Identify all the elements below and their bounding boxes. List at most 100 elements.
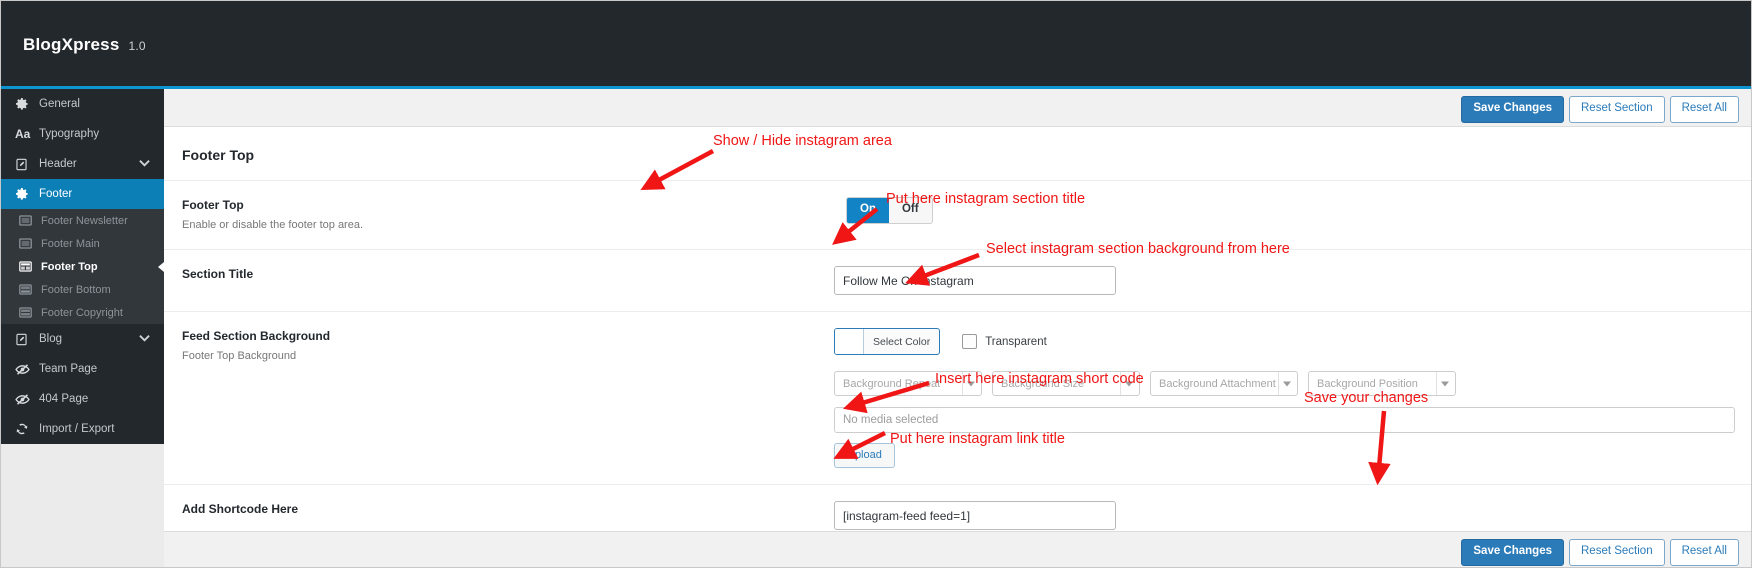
sidebar-item-label: Header <box>39 158 77 170</box>
save-changes-button-bottom[interactable]: Save Changes <box>1461 539 1564 566</box>
field-label: Add Shortcode Here <box>182 502 299 516</box>
background-selects: Background Repeat Background Size Backgr <box>834 371 1735 396</box>
refresh-icon <box>15 422 35 436</box>
field-label: Section Title <box>182 267 254 281</box>
field-description: Enable or disable the footer top area. <box>182 219 364 231</box>
sidebar-item-footer-newsletter[interactable]: Footer Newsletter <box>1 209 164 232</box>
bottom-toolbar-buttons: Save Changes Reset Section Reset All <box>1461 539 1739 566</box>
sidebar-item-label: General <box>39 98 80 110</box>
select-divider <box>962 372 963 395</box>
typography-icon: Aa <box>15 127 31 141</box>
background-size-select[interactable]: Background Size <box>992 371 1140 396</box>
pencil-square-icon <box>15 158 35 171</box>
sidebar-item-label: Footer Bottom <box>41 283 111 296</box>
section-title-input[interactable] <box>834 266 1116 295</box>
sidebar-item-label: 404 Page <box>39 393 89 405</box>
select-color-button[interactable]: Select Color <box>834 328 941 355</box>
transparent-checkbox[interactable] <box>962 334 978 349</box>
row-label-feed-section-background: Feed Section Background Footer Top Backg… <box>164 328 584 364</box>
row-label-add-shortcode: Add Shortcode Here <box>164 501 584 517</box>
footer-top-toggle[interactable]: On Off <box>846 197 933 224</box>
gear-icon <box>15 187 35 201</box>
sidebar-item-404-page[interactable]: 404 Page <box>1 384 164 414</box>
sidebar-item-footer-main[interactable]: Footer Main <box>1 232 164 255</box>
top-toolbar: Save Changes Reset Section Reset All <box>164 89 1751 127</box>
theme-options-screen: BlogXpress 1.0 General Aa Typography Hea… <box>0 0 1752 568</box>
field-description: Footer Top Background <box>182 350 297 362</box>
select-divider <box>1436 372 1437 395</box>
sidebar-item-footer-copyright[interactable]: Footer Copyright <box>1 301 164 324</box>
sidebar-item-import-export[interactable]: Import / Export <box>1 414 164 444</box>
background-position-select[interactable]: Background Position <box>1308 371 1456 396</box>
sidebar-item-footer[interactable]: Footer <box>1 179 164 209</box>
shortcode-input[interactable] <box>834 501 1116 530</box>
chevron-down-icon <box>1441 381 1449 386</box>
sidebar-item-label: Footer Top <box>41 260 98 273</box>
select-color-label: Select Color <box>873 335 931 348</box>
field-label: Footer Top <box>182 198 244 212</box>
row-field-feed-section-background: Select Color Transparent Background Repe… <box>584 328 1751 468</box>
sidebar-item-label: Footer Copyright <box>41 306 123 319</box>
sidebar-item-label: Blog <box>39 333 63 345</box>
sidebar-item-label: Team Page <box>39 363 98 375</box>
select-divider <box>1278 372 1279 395</box>
sidebar-item-typography[interactable]: Aa Typography <box>1 119 164 149</box>
row-field-footer-top: On Off <box>584 197 1751 224</box>
background-attachment-select[interactable]: Background Attachment <box>1150 371 1298 396</box>
row-feed-section-background: Feed Section Background Footer Top Backg… <box>164 311 1751 484</box>
background-repeat-select[interactable]: Background Repeat <box>834 371 982 396</box>
toggle-option-on[interactable]: On <box>847 198 889 223</box>
select-value: Background Repeat <box>843 377 941 390</box>
reset-all-button-bottom[interactable]: Reset All <box>1669 539 1739 566</box>
sidebar-item-footer-top[interactable]: Footer Top <box>1 255 164 278</box>
bottom-toolbar: Save Changes Reset Section Reset All <box>164 531 1751 567</box>
row-label-section-title: Section Title <box>164 266 584 282</box>
reset-section-button-top[interactable]: Reset Section <box>1569 96 1665 123</box>
color-swatch <box>835 329 864 354</box>
sidebar-nav: General Aa Typography Header Footer Foot… <box>1 89 164 444</box>
window-icon <box>19 238 41 249</box>
upload-button[interactable]: Upload <box>834 443 895 468</box>
top-toolbar-buttons: Save Changes Reset Section Reset All <box>1461 96 1739 123</box>
sidebar-item-team-page[interactable]: Team Page <box>1 354 164 384</box>
window-icon <box>19 215 41 226</box>
chevron-down-icon <box>139 334 150 344</box>
sidebar-item-label: Footer <box>39 188 73 200</box>
transparent-label: Transparent <box>985 335 1047 348</box>
layout-top-icon <box>19 261 41 272</box>
media-selected-field[interactable]: No media selected <box>834 407 1735 433</box>
select-value: Background Size <box>1001 377 1085 390</box>
toggle-option-off[interactable]: Off <box>889 198 932 223</box>
brand-version: 1.0 <box>128 39 146 53</box>
select-value: Background Attachment <box>1159 377 1276 390</box>
chevron-down-icon <box>967 381 975 386</box>
settings-panel: Footer Top Footer Top Enable or disable … <box>164 127 1751 567</box>
sidebar-item-label: Import / Export <box>39 423 115 435</box>
eye-slash-icon <box>15 393 35 406</box>
reset-section-button-bottom[interactable]: Reset Section <box>1569 539 1665 566</box>
brand-title: BlogXpress 1.0 <box>23 35 146 55</box>
pencil-square-icon <box>15 333 35 346</box>
field-label: Feed Section Background <box>182 329 331 343</box>
save-changes-button-top[interactable]: Save Changes <box>1461 96 1564 123</box>
sidebar-item-label: Typography <box>39 128 100 140</box>
transparent-checkbox-wrapper[interactable]: Transparent <box>962 334 1047 349</box>
layout-bottom-icon <box>19 284 41 295</box>
gear-icon <box>15 97 35 111</box>
select-divider <box>1120 372 1121 395</box>
sidebar-item-footer-bottom[interactable]: Footer Bottom <box>1 278 164 301</box>
sidebar-item-general[interactable]: General <box>1 89 164 119</box>
row-label-footer-top: Footer Top Enable or disable the footer … <box>164 197 584 233</box>
sidebar-item-label: Footer Newsletter <box>41 214 128 227</box>
sidebar-item-blog[interactable]: Blog <box>1 324 164 354</box>
layout-rows-icon <box>19 307 41 318</box>
brand-name: BlogXpress <box>23 35 120 54</box>
chevron-down-icon <box>1283 381 1291 386</box>
row-field-section-title <box>584 266 1751 295</box>
row-field-add-shortcode <box>584 501 1751 530</box>
chevron-down-icon <box>139 159 150 169</box>
app-header: BlogXpress 1.0 <box>1 1 1751 89</box>
reset-all-button-top[interactable]: Reset All <box>1669 96 1739 123</box>
sidebar-item-header[interactable]: Header <box>1 149 164 179</box>
select-value: Background Position <box>1317 377 1418 390</box>
